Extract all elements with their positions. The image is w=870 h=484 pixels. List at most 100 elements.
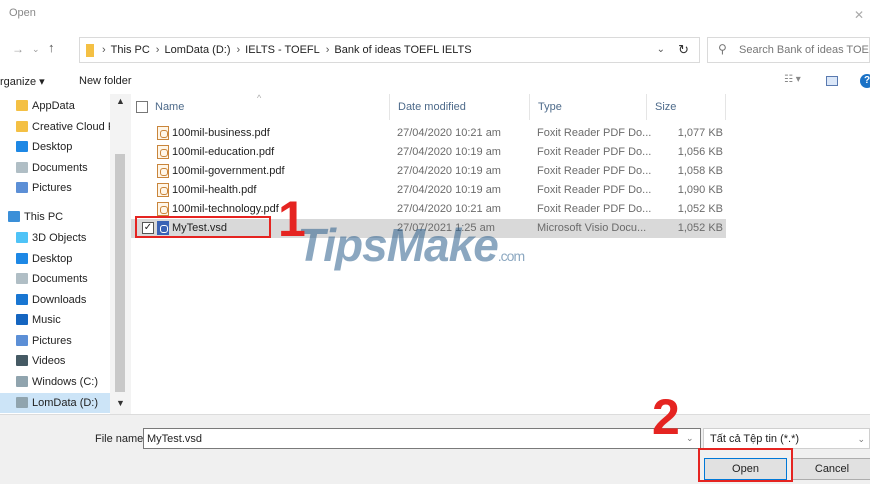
sidebar-item[interactable]: Documents	[0, 269, 110, 289]
address-bar[interactable]: › This PC › LomData (D:) › IELTS - TOEFL › Bank…	[79, 37, 700, 63]
breadcrumb-ielts-toefl[interactable]: IELTS - TOEFL	[245, 44, 320, 56]
file-name: 100mil-government.pdf	[172, 165, 285, 177]
breadcrumb-separator: ›	[155, 44, 160, 56]
sidebar-item[interactable]: Documents	[0, 158, 110, 178]
file-name: 100mil-health.pdf	[172, 184, 257, 196]
breadcrumb-this-pc[interactable]: This PC	[111, 44, 150, 56]
file-name-dropdown-icon[interactable]: ⌄	[686, 433, 694, 444]
file-size: 1,058 KB	[677, 165, 723, 177]
file-name: 100mil-technology.pdf	[172, 203, 279, 215]
window-title: Open	[9, 7, 36, 19]
change-view-icon[interactable]: ☷ ▾	[784, 74, 801, 85]
sidebar-item-label: Documents	[32, 162, 88, 174]
sidebar-item-label: Desktop	[32, 253, 73, 265]
help-icon[interactable]: ?	[860, 74, 870, 88]
music-icon	[16, 314, 28, 325]
file-type-select[interactable]: Tất cả Tệp tin (*.*) ⌄	[703, 428, 870, 449]
organize-button[interactable]: rganize ▾	[0, 75, 45, 88]
sidebar-item[interactable]: Creative Cloud Fi	[0, 117, 117, 137]
breadcrumb-bank-of-ideas[interactable]: Bank of ideas TOEFL IELTS	[334, 44, 471, 56]
table-row[interactable]: 100mil-government.pdf 27/04/2020 10:19 am…	[131, 162, 726, 181]
sidebar-item-label: Creative Cloud Fi	[32, 121, 117, 133]
sidebar-item[interactable]: Desktop	[0, 249, 110, 269]
pdf-icon	[157, 145, 169, 159]
address-dropdown-chevron-icon[interactable]: ⌄	[657, 44, 665, 55]
file-date: 27/04/2020 10:19 am	[397, 165, 501, 177]
pdf-icon	[157, 126, 169, 140]
file-type: Foxit Reader PDF Do...	[537, 184, 652, 196]
sidebar-item[interactable]: AppData	[0, 96, 110, 116]
sidebar-item-label: Windows (C:)	[32, 376, 99, 388]
sidebar-item[interactable]: Pictures	[0, 178, 110, 198]
close-icon[interactable]: ✕	[854, 8, 864, 22]
table-row[interactable]: 100mil-education.pdf 27/04/2020 10:19 am F…	[131, 143, 726, 162]
file-type: Foxit Reader PDF Do...	[537, 203, 652, 215]
sidebar-item[interactable]: Desktop	[0, 137, 110, 157]
file-name-label: File name:	[95, 433, 147, 445]
sidebar-item-label: LomData (D:)	[32, 397, 99, 409]
table-row[interactable]: 100mil-business.pdf 27/04/2020 10:21 am Fo…	[131, 124, 726, 143]
recent-locations-chevron-icon[interactable]: ⌄	[32, 44, 40, 55]
refresh-icon[interactable]: ↻	[678, 42, 689, 58]
breadcrumb-separator: ›	[325, 44, 330, 56]
column-header-type[interactable]: Type	[529, 94, 646, 120]
command-toolbar: rganize ▾ New folder ☷ ▾ ?	[0, 68, 870, 94]
sidebar-item-label: Videos	[32, 355, 66, 367]
search-icon: ⚲	[718, 42, 727, 56]
file-size: 1,052 KB	[677, 203, 723, 215]
sort-ascending-icon: ^	[257, 93, 262, 103]
desktop-icon	[16, 141, 28, 152]
file-date: 27/04/2020 10:21 am	[397, 127, 501, 139]
file-type: Foxit Reader PDF Do...	[537, 146, 652, 158]
documents-icon	[16, 162, 28, 173]
annotation-box-file	[135, 216, 271, 238]
cancel-button[interactable]: Cancel	[792, 458, 870, 480]
file-size: 1,052 KB	[677, 222, 723, 234]
column-header-name[interactable]: Name ^	[131, 93, 389, 120]
file-size: 1,077 KB	[677, 127, 723, 139]
file-name-input[interactable]	[143, 428, 701, 449]
file-date: 27/04/2020 10:21 am	[397, 203, 501, 215]
sidebar-item[interactable]: Pictures	[0, 331, 110, 351]
up-arrow-icon[interactable]: ↑	[48, 40, 55, 55]
scroll-up-icon[interactable]: ▲	[116, 96, 125, 106]
sidebar-item[interactable]: Videos	[0, 351, 110, 371]
watermark-logo: TipsMake.com	[297, 218, 525, 272]
annotation-step-1: 1	[278, 191, 306, 247]
file-date: 27/04/2020 10:19 am	[397, 184, 501, 196]
documents-icon	[16, 273, 28, 284]
preview-pane-icon[interactable]	[826, 76, 838, 86]
breadcrumb-separator: ›	[236, 44, 241, 56]
sidebar-item[interactable]: Downloads	[0, 290, 110, 310]
breadcrumb: › This PC › LomData (D:) › IELTS - TOEFL › Bank…	[100, 44, 476, 56]
desktop-icon	[16, 253, 28, 264]
sidebar-item-label: Pictures	[32, 182, 72, 194]
sidebar-item[interactable]: Windows (C:)	[0, 372, 110, 392]
3d-objects-icon	[16, 232, 28, 243]
column-date-label: Date modified	[398, 101, 466, 113]
nav-scrollbar[interactable]: ▲ ▼	[110, 94, 131, 414]
sidebar-item[interactable]: This PC	[0, 207, 110, 227]
sidebar-item[interactable]: LomData (D:)	[0, 393, 110, 413]
column-header-date[interactable]: Date modified	[389, 94, 529, 120]
pdf-icon	[157, 183, 169, 197]
select-all-checkbox[interactable]	[136, 101, 148, 113]
pictures-icon	[16, 335, 28, 346]
search-placeholder: Search Bank of ideas TOEFL IELTS	[739, 44, 869, 56]
new-folder-button[interactable]: New folder	[79, 75, 132, 87]
sidebar-item[interactable]: 3D Objects	[0, 228, 110, 248]
breadcrumb-lomdata[interactable]: LomData (D:)	[164, 44, 230, 56]
sidebar-item[interactable]: Music	[0, 310, 110, 330]
forward-arrow-icon[interactable]: →	[12, 42, 24, 56]
drive-icon	[16, 376, 28, 387]
sidebar-item-label: AppData	[32, 100, 75, 112]
scroll-down-icon[interactable]: ▼	[116, 398, 125, 408]
file-size: 1,090 KB	[677, 184, 723, 196]
drive-icon	[16, 397, 28, 408]
videos-icon	[16, 355, 28, 366]
scroll-thumb[interactable]	[115, 154, 125, 392]
column-header-size[interactable]: Size	[646, 94, 726, 120]
table-row[interactable]: 100mil-health.pdf 27/04/2020 10:19 am Foxi…	[131, 181, 726, 200]
search-box[interactable]: ⚲ Search Bank of ideas TOEFL IELTS	[707, 37, 870, 63]
annotation-box-open	[698, 448, 793, 482]
